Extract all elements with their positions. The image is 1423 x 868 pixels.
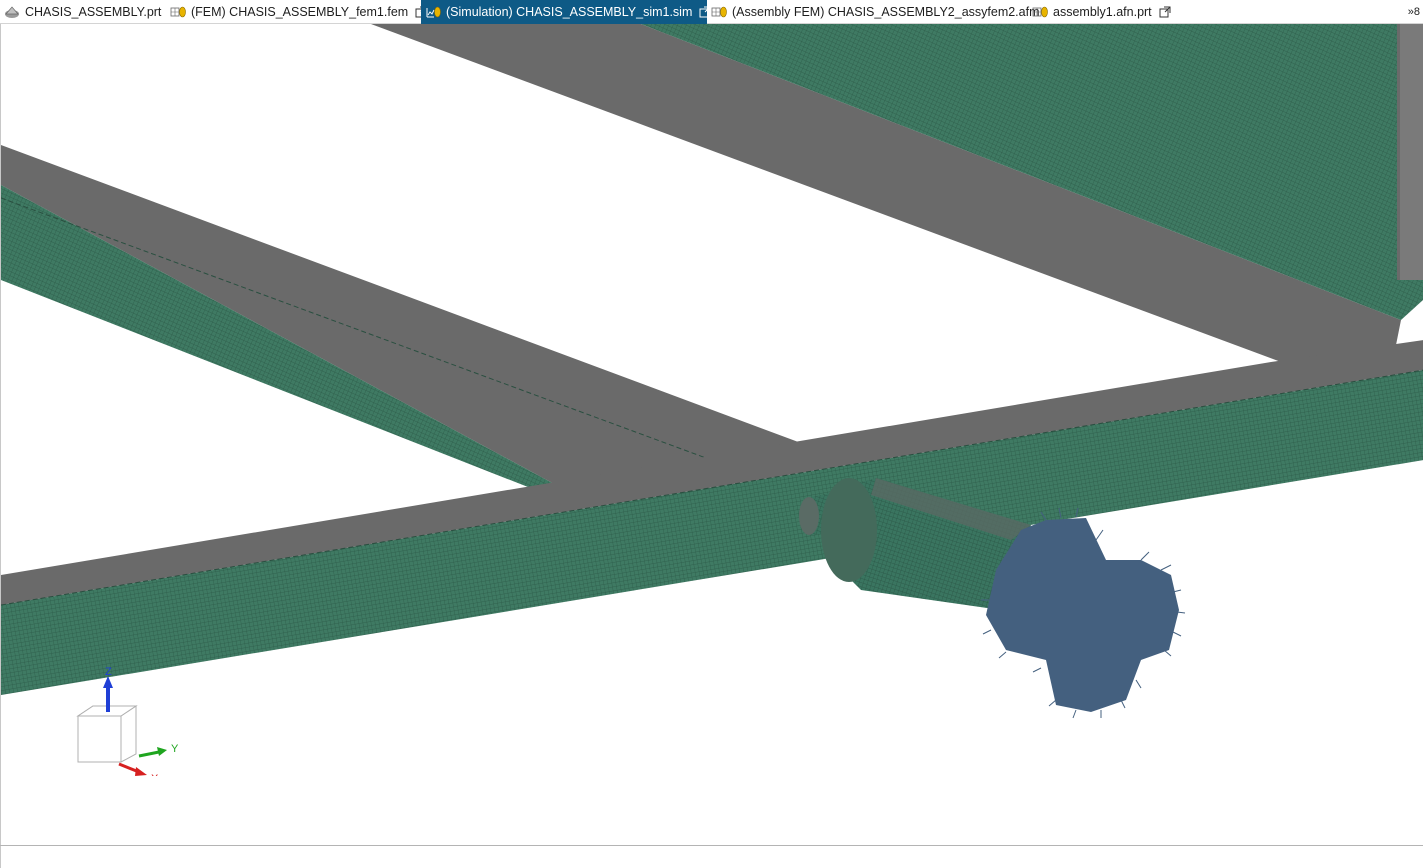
simulation-icon	[425, 5, 442, 19]
graphics-viewport[interactable]: Z Y X	[0, 24, 1423, 868]
tab-label: CHASIS_ASSEMBLY.prt	[25, 5, 162, 19]
viewport-bottom-border	[0, 845, 1423, 846]
assembly-fem-icon	[711, 5, 728, 19]
document-tab-bar: CHASIS_ASSEMBLY.prt (FEM) CHASIS_ASSEMBL…	[0, 0, 1423, 24]
upper-rear-beam	[371, 24, 1423, 362]
left-diagonal-beam	[1, 145, 801, 500]
right-vertical-post	[1397, 24, 1423, 280]
tab-fem-chasis-assembly-fem1[interactable]: (FEM) CHASIS_ASSEMBLY_fem1.fem	[170, 0, 428, 24]
x-axis-label: X	[151, 773, 159, 776]
tab-chasis-assembly-prt[interactable]: CHASIS_ASSEMBLY.prt	[4, 0, 161, 24]
tab-label: assembly1.afn.prt	[1053, 5, 1152, 19]
open-in-new-window-icon[interactable]	[1158, 5, 1172, 19]
part-icon	[4, 5, 21, 19]
tab-overflow-label: »8	[1407, 6, 1420, 18]
z-axis-label: Z	[105, 666, 112, 678]
tab-label: (Simulation) CHASIS_ASSEMBLY_sim1.sim	[446, 5, 693, 19]
tab-label: (FEM) CHASIS_ASSEMBLY_fem1.fem	[191, 5, 409, 19]
x-axis-arrow	[118, 762, 147, 776]
triad-cube	[76, 705, 138, 763]
tab-label: (Assembly FEM) CHASIS_ASSEMBLY2_assyfem2…	[732, 5, 1040, 19]
tab-simulation-chasis-assembly-sim1[interactable]: (Simulation) CHASIS_ASSEMBLY_sim1.sim ✕	[421, 0, 728, 24]
main-front-beam	[1, 340, 1423, 695]
nx-application-window: CHASIS_ASSEMBLY.prt (FEM) CHASIS_ASSEMBL…	[0, 0, 1423, 868]
tab-overflow-button[interactable]: »8	[1408, 0, 1420, 24]
y-axis-label: Y	[171, 743, 179, 755]
tab-assembly1-afn-prt[interactable]: assembly1.afn.prt	[1032, 0, 1172, 24]
fem-model-canvas	[1, 24, 1423, 719]
tab-assembly-fem-chasis-assembly2[interactable]: (Assembly FEM) CHASIS_ASSEMBLY2_assyfem2…	[711, 0, 1040, 24]
y-axis-arrow	[138, 747, 167, 758]
fem-icon	[1032, 5, 1049, 19]
fem-icon	[170, 5, 187, 19]
view-triad[interactable]: Z Y X	[61, 646, 201, 776]
